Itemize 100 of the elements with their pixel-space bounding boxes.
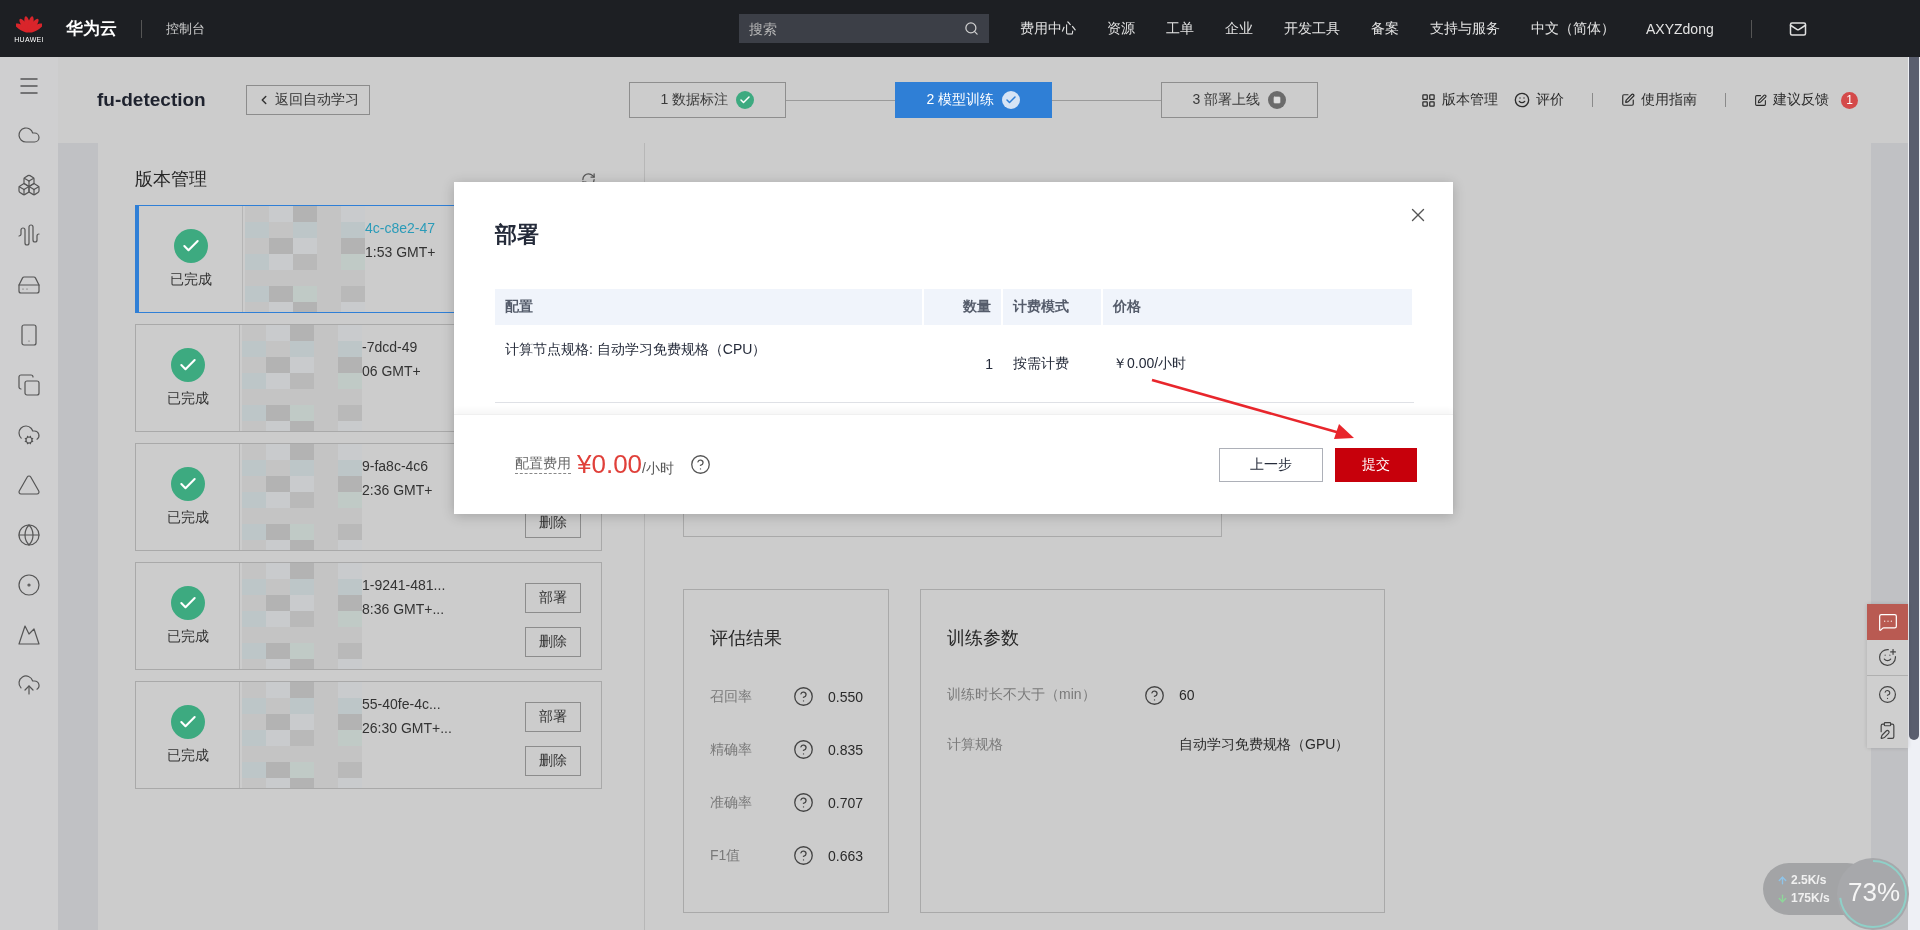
help-icon[interactable] (793, 792, 814, 813)
cloud-upload-icon[interactable] (17, 673, 41, 697)
column-header: 数量 (924, 289, 1003, 325)
version-card[interactable]: 已完成 1-9241-481... 8:36 GMT+... 部署 删除 (135, 562, 602, 670)
edit-icon (1754, 93, 1767, 107)
submit-button[interactable]: 提交 (1335, 447, 1417, 482)
down-arrow-icon (1777, 892, 1788, 904)
nav-link[interactable]: 工单 (1166, 19, 1194, 38)
count-badge: 1 (1841, 91, 1858, 109)
smiley-icon (1878, 648, 1897, 667)
version-time: 1:53 GMT+ (365, 244, 437, 260)
help-icon[interactable] (689, 454, 711, 475)
step-tab[interactable]: 1 数据标注 (628, 82, 786, 118)
status-text: 已完成 (166, 628, 209, 646)
scrollbar-thumb[interactable] (1909, 57, 1919, 740)
nav-link[interactable]: 中文（简体） (1531, 19, 1615, 38)
metric-label: 精确率 (710, 740, 753, 759)
param-label: 训练时长不大于（min） (947, 686, 1097, 704)
circle-dot-icon[interactable] (17, 573, 41, 597)
metric-label: 准确率 (710, 793, 753, 812)
version-card[interactable]: 已完成 55-40fe-4c... 26:30 GMT+... 部署 删除 (135, 681, 602, 789)
status-text: 已完成 (166, 747, 209, 765)
mountain-icon[interactable] (17, 623, 41, 647)
table-cell: 计算节点规格: 自动学习免费规格（CPU） (495, 325, 924, 403)
globe-icon[interactable] (17, 523, 41, 547)
waveform-icon[interactable] (17, 223, 41, 247)
metric-label: F1值 (710, 846, 742, 865)
check-icon (173, 229, 208, 263)
metric-value: 0.550 (828, 688, 864, 705)
nav-link[interactable]: 企业 (1225, 19, 1253, 38)
page-title: fu-detection (97, 89, 206, 111)
back-button[interactable]: 返回自动学习 (245, 85, 370, 115)
param-value: 60 (1179, 687, 1195, 703)
nav-link[interactable]: 费用中心 (1020, 19, 1076, 38)
smiley-icon (1514, 92, 1530, 108)
triangle-icon[interactable] (17, 473, 41, 497)
step-tab[interactable]: 2 模型训练 (894, 82, 1052, 118)
card-action-button[interactable]: 删除 (525, 746, 581, 776)
version-id: 1-9241-481... (362, 577, 447, 593)
search-field[interactable]: 搜索 (739, 14, 989, 43)
metric-label: 召回率 (710, 687, 753, 706)
header-link[interactable]: 评价 (1514, 91, 1564, 109)
version-time: 26:30 GMT+... (362, 720, 453, 736)
version-id: 55-40fe-4c... (362, 696, 442, 712)
check-icon (170, 467, 205, 501)
section-title: 版本管理 (135, 168, 207, 191)
column-header: 价格 (1103, 289, 1414, 325)
up-arrow-icon (1777, 874, 1788, 886)
card-action-button[interactable]: 删除 (525, 627, 581, 657)
version-id: -7dcd-49 (362, 339, 419, 355)
param-label: 计算规格 (947, 736, 1004, 754)
metric-value: 0.663 (828, 847, 864, 864)
table-cell: 按需计费 (1003, 325, 1103, 403)
step-tab[interactable]: 3 部署上线 (1160, 82, 1318, 118)
version-time: 06 GMT+ (362, 363, 422, 379)
nav-link[interactable]: 开发工具 (1284, 19, 1340, 38)
column-header: 配置 (495, 289, 924, 325)
card-action-button[interactable]: 部署 (525, 702, 581, 732)
nav-link[interactable]: 资源 (1107, 19, 1135, 38)
help-icon[interactable] (793, 739, 814, 760)
metric-value: 0.707 (828, 794, 864, 811)
previous-button[interactable]: 上一步 (1219, 447, 1323, 482)
table-cell: ￥0.00/小时 (1103, 325, 1414, 403)
param-value: 自动学习免费规格（GPU） (1179, 736, 1350, 754)
boxes-icon[interactable] (17, 173, 41, 197)
panel-title: 训练参数 (947, 627, 1020, 650)
header-link[interactable]: 建议反馈 1 (1754, 91, 1858, 109)
metric-value: 0.835 (828, 741, 864, 758)
clipboard-icon (1878, 720, 1897, 740)
version-id: 4c-c8e2-47 (365, 220, 437, 236)
dialog-title: 部署 (495, 221, 539, 249)
grid-icon (1421, 92, 1436, 108)
header-link[interactable]: 版本管理 (1421, 91, 1498, 109)
column-header: 计费模式 (1003, 289, 1103, 325)
help-icon[interactable] (1144, 684, 1165, 706)
nav-link[interactable]: 备案 (1371, 19, 1399, 38)
help-icon (1878, 684, 1897, 704)
cloud-gear-icon[interactable] (17, 423, 41, 447)
mail-icon[interactable] (1788, 19, 1807, 38)
hard-drive-icon[interactable] (17, 273, 41, 297)
check-icon (170, 348, 205, 382)
copy-icon[interactable] (17, 373, 41, 397)
help-icon[interactable] (793, 686, 814, 707)
console-link[interactable]: 控制台 (166, 19, 205, 38)
status-text: 已完成 (166, 509, 209, 527)
status-text: 已完成 (166, 390, 209, 408)
check-icon (170, 586, 205, 620)
version-time: 2:36 GMT+ (362, 482, 434, 498)
chat-button[interactable] (1867, 604, 1908, 640)
fee-unit: /小时 (642, 459, 674, 478)
nav-link[interactable]: AXYZdong (1646, 20, 1714, 37)
card-action-button[interactable]: 部署 (525, 583, 581, 613)
edit-icon (1621, 93, 1635, 107)
help-icon[interactable] (793, 845, 814, 866)
logo-icon (16, 14, 42, 35)
header-link[interactable]: 使用指南 (1621, 91, 1697, 109)
fee-label: 配置费用 (515, 455, 571, 474)
search-icon[interactable] (964, 21, 979, 36)
nav-link[interactable]: 支持与服务 (1430, 19, 1500, 38)
check-icon (170, 705, 205, 739)
